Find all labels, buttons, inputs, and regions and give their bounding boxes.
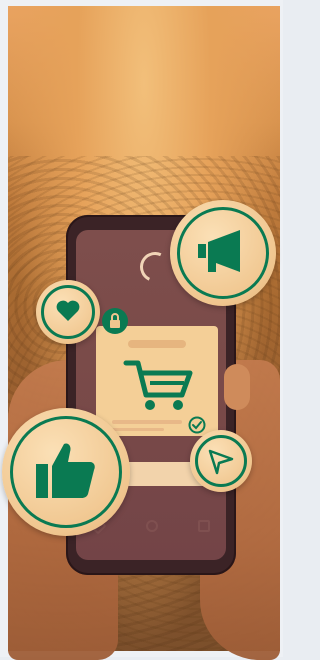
send-icon [207,447,235,475]
lock-badge [102,308,128,334]
megaphone-icon [196,230,252,276]
card-text-placeholder [112,420,182,424]
shopping-cart-icon [122,355,196,415]
heart-bubble [36,280,100,344]
check-icon [188,416,206,434]
thumbs-up-bubble [2,408,130,536]
heart-icon [55,299,81,323]
thumbs-up-icon [34,438,98,502]
thumb [224,364,250,410]
nav-recent-icon [198,520,210,532]
nav-home-icon [146,520,158,532]
card-text-placeholder [112,428,164,431]
card-text-placeholder [128,340,186,348]
lock-icon [109,313,121,329]
send-bubble [190,430,252,492]
megaphone-bubble [170,200,276,306]
